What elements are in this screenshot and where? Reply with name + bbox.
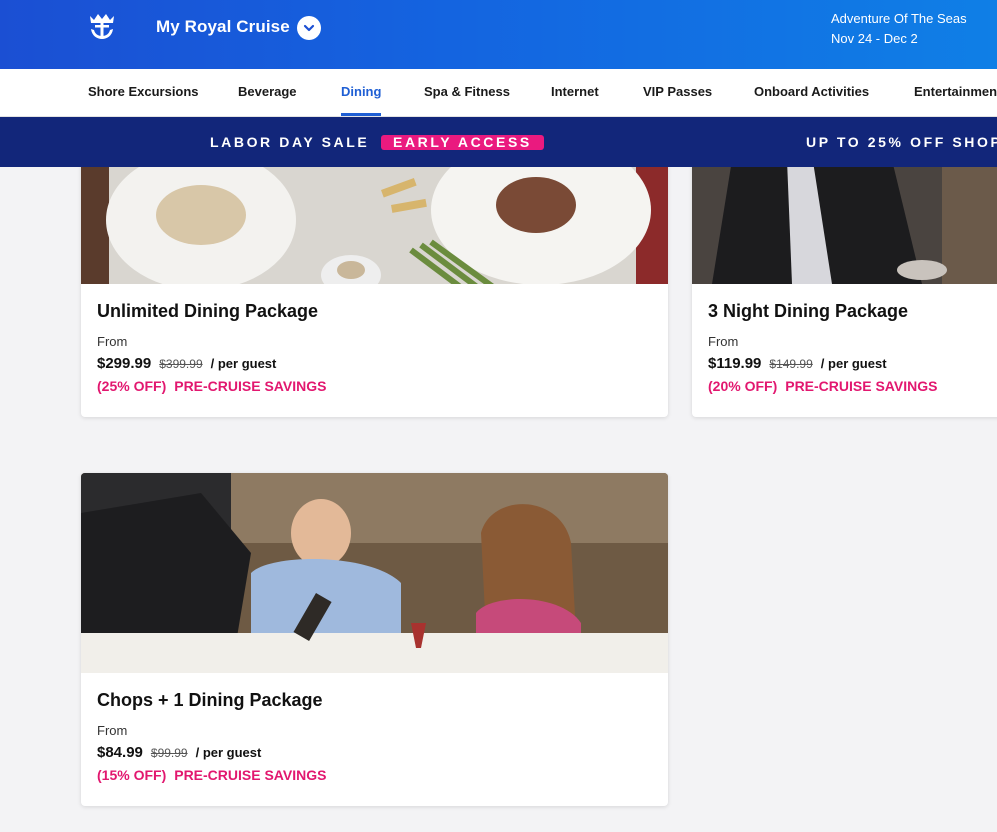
sale-price: $84.99 — [97, 744, 143, 761]
nav-entertainment[interactable]: Entertainment — [914, 69, 997, 116]
nav-onboard-activities[interactable]: Onboard Activities — [754, 69, 869, 116]
card-title: 3 Night Dining Package — [708, 301, 909, 321]
savings-label: PRE-CRUISE SAVINGS — [174, 378, 327, 394]
price-row: $299.99 $399.99 / per guest — [97, 355, 276, 372]
nav-internet[interactable]: Internet — [551, 69, 599, 116]
discount-percent: (25% OFF) — [97, 378, 167, 394]
discount-percent: (20% OFF) — [708, 378, 778, 394]
sale-price: $119.99 — [708, 355, 762, 372]
nav-shore-excursions[interactable]: Shore Excursions — [88, 69, 199, 116]
savings-label: PRE-CRUISE SAVINGS — [174, 767, 327, 783]
price-from-label: From — [708, 334, 739, 349]
per-guest-label: / per guest — [210, 356, 277, 371]
ship-info: Adventure Of The Seas Nov 24 - Dec 2 — [831, 9, 967, 49]
card-title: Chops + 1 Dining Package — [97, 690, 323, 710]
nav-beverage[interactable]: Beverage — [238, 69, 297, 116]
nav-dining[interactable]: Dining — [341, 69, 382, 116]
promo-text: UP TO 25% OFF SHOP — [806, 134, 997, 150]
sale-price: $299.99 — [97, 355, 152, 372]
card-title: Unlimited Dining Package — [97, 301, 319, 321]
package-card-chops-plus-one[interactable]: Chops + 1 Dining Package From $84.99 $99… — [81, 473, 668, 806]
discount-percent: (15% OFF) — [97, 767, 167, 783]
price-from-label: From — [97, 334, 128, 349]
per-guest-label: / per guest — [820, 356, 887, 371]
nav-spa-fitness[interactable]: Spa & Fitness — [424, 69, 510, 116]
sale-banner[interactable]: LABOR DAY SALE EARLY ACCESS UP TO 25% OF… — [0, 117, 997, 167]
original-price: $399.99 — [159, 357, 203, 371]
nav-vip-passes[interactable]: VIP Passes — [643, 69, 712, 116]
sailing-dates: Nov 24 - Dec 2 — [831, 31, 918, 46]
original-price: $149.99 — [769, 357, 813, 371]
category-nav: Shore Excursions Beverage Dining Spa & F… — [0, 69, 997, 117]
chevron-down-icon[interactable] — [297, 16, 321, 40]
sale-title: LABOR DAY SALE — [210, 134, 370, 150]
savings-line: (25% OFF) PRE-CRUISE SAVINGS — [97, 378, 326, 394]
original-price: $99.99 — [150, 746, 188, 760]
price-row: $119.99 $149.99 / per guest — [708, 355, 887, 372]
dining-photo — [81, 473, 668, 673]
price-from-label: From — [97, 723, 128, 738]
savings-line: (15% OFF) PRE-CRUISE SAVINGS — [97, 767, 326, 783]
crown-anchor-icon[interactable] — [86, 10, 118, 42]
early-access-badge: EARLY ACCESS — [381, 135, 544, 150]
price-row: $84.99 $99.99 / per guest — [97, 744, 261, 761]
savings-label: PRE-CRUISE SAVINGS — [785, 378, 938, 394]
savings-line: (20% OFF) PRE-CRUISE SAVINGS — [708, 378, 937, 394]
brand-title[interactable]: My Royal Cruise — [156, 17, 290, 37]
top-header: My Royal Cruise Adventure Of The Seas No… — [0, 0, 997, 69]
ship-name: Adventure Of The Seas — [831, 11, 967, 26]
per-guest-label: / per guest — [195, 745, 262, 760]
